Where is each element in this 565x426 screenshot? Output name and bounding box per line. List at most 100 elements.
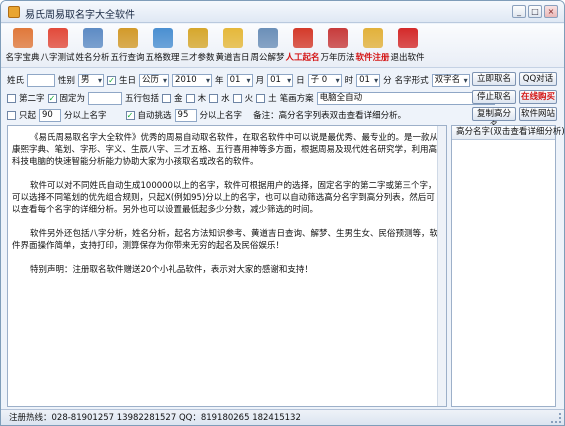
- intro-paragraph: 软件另外还包括八字分析，姓名分析，起名方法知识参考、黄道吉日查询、解梦、生男生女…: [12, 229, 439, 251]
- toolbar-button-11[interactable]: 退出软件: [390, 24, 425, 68]
- day-select[interactable]: 01: [267, 73, 294, 87]
- gift-icon: [12, 28, 33, 48]
- hour-unit: 时: [344, 76, 354, 86]
- high-score-header: 高分名字(双击查看详细分析): [452, 126, 564, 140]
- clock-icon: [222, 28, 243, 48]
- toolbar-label: 人工起名: [285, 53, 320, 63]
- copy-high-score-button[interactable]: 复制高分名: [472, 107, 516, 131]
- wuxing-tu-checkbox[interactable]: [256, 93, 266, 103]
- intro-text-area[interactable]: 《易氏周易取名字大全软件》优秀的周易自动取名软件，在取名软件中可以说是最优秀、最…: [7, 125, 447, 407]
- surname-input[interactable]: [27, 73, 56, 87]
- window-title: 易氏周易取名字大全软件: [25, 10, 135, 21]
- wuxing-shui-checkbox[interactable]: [209, 93, 219, 103]
- toolbar-label: 三才参数: [180, 53, 215, 63]
- fixed-checkbox[interactable]: [47, 93, 57, 103]
- fixed-char-checkbox[interactable]: [7, 93, 16, 103]
- minimize-icon[interactable]: _: [512, 5, 526, 18]
- birthday-checkbox[interactable]: [107, 75, 117, 85]
- only-suffix: 分以上名字: [64, 111, 107, 121]
- note-text: 备注：高分名字列表双击查看详细分析。: [253, 111, 407, 121]
- clipboard-icon: [82, 28, 103, 48]
- toolbar-button-2[interactable]: 姓名分析: [75, 24, 110, 68]
- autoselect-checkbox[interactable]: [125, 110, 135, 120]
- toolbar-button-0[interactable]: 名字宝典: [5, 24, 40, 68]
- maximize-icon[interactable]: □: [528, 5, 542, 18]
- status-bar: 注册热线：028-81901257 13982281527 QQ：8191802…: [1, 409, 564, 425]
- toolbar-label: 姓名分析: [75, 53, 110, 63]
- title-bar: 易氏周易取名字大全软件 _ □ ×: [1, 1, 564, 23]
- app-window: 易氏周易取名字大全软件 _ □ × 名字宝典 八字测试 姓名分析 五行查询 五格数理 三才…: [0, 0, 565, 426]
- toolbar-label: 八字测试: [40, 53, 75, 63]
- website-button[interactable]: 软件网站: [519, 107, 557, 121]
- toolbar-button-3[interactable]: 五行查询: [110, 24, 145, 68]
- autoselect-score-input[interactable]: 95: [174, 108, 197, 122]
- wuxing-mu: 木: [197, 94, 207, 104]
- form-row-1: 姓氏 性别 男 生日 公历 2010 年 01 月 01 日 子 0 时 01 …: [7, 72, 470, 88]
- minute-select[interactable]: 01: [356, 73, 381, 87]
- chart-icon: [152, 28, 173, 48]
- gender-select[interactable]: 男: [78, 73, 105, 87]
- birthday-label: 生日: [119, 76, 137, 86]
- toolbar-button-4[interactable]: 五格数理: [145, 24, 180, 68]
- close-icon[interactable]: ×: [544, 5, 558, 18]
- main-toolbar: 名字宝典 八字测试 姓名分析 五行查询 五格数理 三才参数 黄道吉日 周公解梦 人工起名 万年历法…: [1, 24, 564, 68]
- toolbar-button-6[interactable]: 黄道吉日: [215, 24, 250, 68]
- stop-naming-button[interactable]: 停止取名: [472, 90, 516, 104]
- month-select[interactable]: 01: [226, 73, 253, 87]
- only-score-input[interactable]: 90: [39, 108, 62, 122]
- toolbar-button-5[interactable]: 三才参数: [180, 24, 215, 68]
- only-label: 只起: [19, 111, 37, 121]
- wuxing-tu: 土: [268, 94, 277, 104]
- magnifier-icon: [117, 28, 138, 48]
- scheme-select[interactable]: 电脑全自动: [316, 91, 495, 105]
- start-naming-button[interactable]: 立即取名: [472, 72, 516, 86]
- monitor-icon: [257, 28, 278, 48]
- hour-select[interactable]: 子 0: [307, 73, 342, 87]
- resize-grip-icon[interactable]: [551, 413, 561, 423]
- toolbar-button-1[interactable]: 八字测试: [40, 24, 75, 68]
- toolbar-label: 名字宝典: [5, 53, 40, 63]
- fixed-char-label: 第二字: [19, 94, 45, 104]
- only-checkbox[interactable]: [7, 110, 16, 120]
- toolbar-button-7[interactable]: 周公解梦: [250, 24, 285, 68]
- wuxing-mu-checkbox[interactable]: [185, 93, 195, 103]
- content-scrollbar[interactable]: [437, 126, 446, 406]
- intro-paragraph: 《易氏周易取名字大全软件》优秀的周易自动取名软件，在取名软件中可以说是最优秀、最…: [12, 133, 439, 167]
- form-row-2: 第二字 固定为 五行包括 金 木 水 火 土 笔画方案 电脑全自动: [7, 90, 495, 106]
- name-form-label: 名字形式: [394, 76, 429, 86]
- calendar-select[interactable]: 公历: [139, 73, 170, 87]
- wuxing-jin: 金: [174, 94, 183, 104]
- name-form-select[interactable]: 双字名: [431, 73, 470, 87]
- wuxing-shui: 水: [221, 94, 230, 104]
- toolbar-label: 五格数理: [145, 53, 180, 63]
- form-row-3: 只起 90 分以上名字 自动挑选 95 分以上名字 备注：高分名字列表双击查看详…: [7, 107, 406, 123]
- toolbar-label: 周公解梦: [250, 53, 285, 63]
- scheme-label: 笔画方案: [279, 94, 314, 104]
- year-select[interactable]: 2010: [172, 73, 213, 87]
- wuxing-huo-checkbox[interactable]: [232, 93, 242, 103]
- window-controls: _ □ ×: [512, 5, 558, 18]
- toolbar-button-9[interactable]: 万年历法: [320, 24, 355, 68]
- toolbar-label: 五行查询: [110, 53, 145, 63]
- app-icon: [8, 6, 20, 18]
- wuxing-label: 五行包括: [125, 94, 160, 104]
- qq-chat-button[interactable]: QQ对话: [519, 72, 557, 86]
- intro-paragraph: 特别声明：注册取名软件赠送20个小礼品软件，表示对大家的感谢和支持！: [30, 265, 313, 275]
- fixed-label: 固定为: [59, 94, 86, 104]
- toolbar-button-10[interactable]: 软件注册: [355, 24, 390, 68]
- fixed-char-input[interactable]: [88, 91, 123, 105]
- toolbar-label: 退出软件: [390, 53, 425, 63]
- toolbar-label: 黄道吉日: [215, 53, 250, 63]
- lifebuoy-icon: [47, 28, 68, 48]
- bars-icon: [187, 28, 208, 48]
- high-score-list[interactable]: 高分名字(双击查看详细分析): [451, 125, 564, 407]
- stop-icon: [397, 28, 418, 48]
- month-unit: 月: [255, 76, 265, 86]
- status-text: 注册热线：028-81901257 13982281527 QQ：8191802…: [9, 413, 301, 423]
- autoselect-label: 自动挑选: [137, 111, 172, 121]
- buy-online-button[interactable]: 在线购买: [519, 90, 557, 104]
- wuxing-jin-checkbox[interactable]: [162, 93, 172, 103]
- toolbar-button-8[interactable]: 人工起名: [285, 24, 320, 68]
- minute-unit: 分: [383, 76, 392, 86]
- year-unit: 年: [215, 76, 224, 86]
